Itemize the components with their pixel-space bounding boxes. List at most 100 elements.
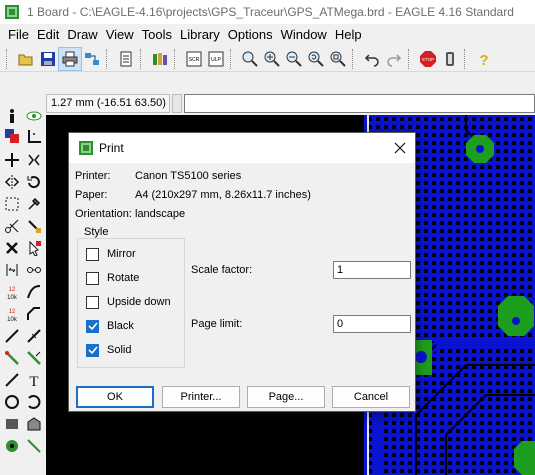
script-icon[interactable] [115, 48, 137, 70]
solid-check-box[interactable] [86, 343, 99, 357]
smash-icon[interactable]: 12 10k [2, 304, 22, 324]
toolbar-separator [140, 48, 146, 69]
upside-down-label: Upside down [107, 296, 171, 308]
close-button[interactable] [389, 137, 411, 159]
paper-label: Paper: [75, 189, 108, 201]
black-check-box[interactable] [86, 319, 99, 333]
checkmark-icon [87, 322, 98, 331]
cam-icon[interactable] [81, 48, 103, 70]
zoom-out-icon[interactable] [283, 48, 305, 70]
redraw-icon[interactable] [305, 48, 327, 70]
upside-down-check-box[interactable] [86, 295, 99, 309]
arc-icon[interactable] [24, 392, 44, 412]
wire-icon[interactable] [2, 370, 22, 390]
split-icon[interactable] [2, 326, 22, 346]
toolbar-grip [6, 48, 12, 69]
ok-button[interactable]: OK [76, 386, 154, 408]
coordinate-bar: 1.27 mm (-16.51 63.50) [0, 93, 535, 115]
save-icon[interactable] [37, 48, 59, 70]
dialog-title-bar: Print [69, 133, 415, 163]
print-icon[interactable] [58, 46, 82, 71]
mirror-checkbox[interactable]: Mirror [86, 246, 136, 262]
add-icon[interactable] [24, 238, 44, 258]
value-icon[interactable] [24, 282, 44, 302]
open-icon[interactable] [15, 48, 37, 70]
group-icon[interactable] [2, 194, 22, 214]
svg-text:ULP: ULP [211, 57, 221, 63]
eye-icon[interactable] [24, 106, 44, 126]
menu-options[interactable]: Options [224, 24, 277, 46]
delete-icon[interactable] [2, 238, 22, 258]
command-line-input[interactable] [184, 94, 535, 113]
go-icon[interactable] [439, 48, 461, 70]
move-icon[interactable] [2, 150, 22, 170]
redo-icon[interactable] [383, 48, 405, 70]
rotate-label: Rotate [107, 272, 140, 284]
via-icon[interactable] [2, 436, 22, 456]
layers-icon[interactable] [2, 126, 22, 146]
svg-text:?: ? [479, 52, 488, 67]
optimize-icon[interactable] [24, 326, 44, 346]
menu-draw[interactable]: Draw [63, 24, 101, 46]
ulp-icon[interactable]: ULP [205, 48, 227, 70]
change-icon[interactable] [24, 194, 44, 214]
page-limit-input[interactable] [333, 315, 411, 333]
black-checkbox[interactable]: Black [86, 318, 134, 334]
polygon-icon[interactable] [24, 414, 44, 434]
orientation-value: landscape [135, 208, 186, 220]
cancel-button[interactable]: Cancel [332, 386, 410, 408]
scale-factor-input[interactable] [333, 261, 411, 279]
svg-text:10k: 10k [7, 295, 18, 300]
page-button[interactable]: Page... [247, 386, 325, 408]
menu-tools[interactable]: Tools [138, 24, 176, 46]
name-icon[interactable]: 12 10k [2, 282, 22, 302]
menu-view[interactable]: View [102, 24, 138, 46]
undo-icon[interactable] [361, 48, 383, 70]
svg-text:SCR: SCR [189, 57, 200, 63]
printer-value: Canon TS5100 series [135, 170, 242, 182]
miter-icon[interactable] [24, 304, 44, 324]
info-icon[interactable] [2, 106, 22, 126]
paste-icon[interactable] [24, 216, 44, 236]
rotate-icon[interactable] [24, 172, 44, 192]
menu-window[interactable]: Window [277, 24, 331, 46]
close-icon [394, 142, 406, 154]
mirror-check-box[interactable] [86, 247, 99, 261]
menu-library[interactable]: Library [176, 24, 224, 46]
toolbar-separator [352, 48, 358, 69]
orientation-label: Orientation: [75, 208, 132, 220]
solid-checkbox[interactable]: Solid [86, 342, 131, 358]
menu-file[interactable]: File [4, 24, 33, 46]
help-icon[interactable]: ? [473, 48, 495, 70]
stop-icon[interactable]: STOP [417, 48, 439, 70]
rotate-check-box[interactable] [86, 271, 99, 285]
text-icon[interactable]: T [24, 370, 44, 390]
ripup-icon[interactable] [24, 348, 44, 368]
rotate-checkbox[interactable]: Rotate [86, 270, 139, 286]
library-icon[interactable] [149, 48, 171, 70]
svg-text:T: T [29, 374, 38, 388]
mirror-icon[interactable] [2, 172, 22, 192]
menu-help[interactable]: Help [331, 24, 366, 46]
printer-button[interactable]: Printer... [162, 386, 240, 408]
scr-icon[interactable]: SCR [183, 48, 205, 70]
zoom-select-icon[interactable] [327, 48, 349, 70]
grid-button[interactable] [172, 94, 182, 113]
menu-edit[interactable]: Edit [33, 24, 63, 46]
pinswap-icon[interactable] [2, 260, 22, 280]
command-palette: 12 10k 12 10k T [0, 104, 46, 475]
mark-icon[interactable] [24, 126, 44, 146]
zoom-in-icon[interactable] [261, 48, 283, 70]
signal-icon[interactable] [24, 436, 44, 456]
upside-down-checkbox[interactable]: Upside down [86, 294, 171, 310]
route-icon[interactable] [2, 348, 22, 368]
toolbar-separator [464, 48, 470, 69]
rect-icon[interactable] [2, 414, 22, 434]
copy-icon[interactable] [24, 150, 44, 170]
replace-icon[interactable] [24, 260, 44, 280]
cut-icon[interactable] [2, 216, 22, 236]
toolbar-separator [174, 48, 180, 69]
zoom-fit-icon[interactable] [239, 48, 261, 70]
circle-icon[interactable] [2, 392, 22, 412]
eagle-app-icon [5, 5, 19, 19]
